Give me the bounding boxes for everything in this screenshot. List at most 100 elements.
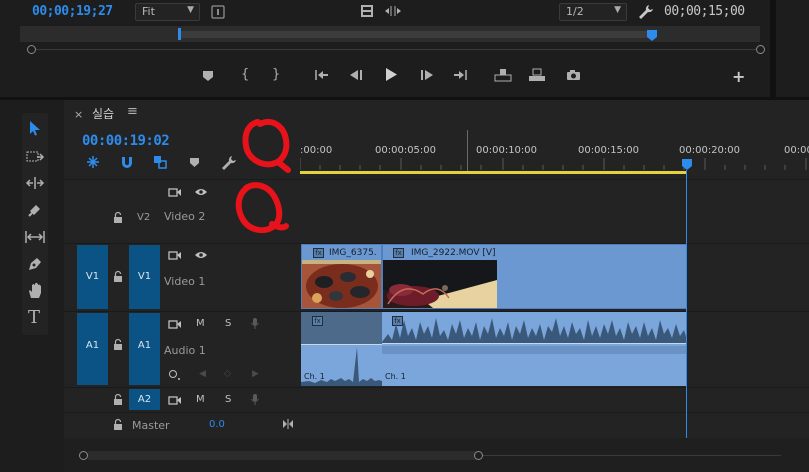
lock-icon[interactable]: [113, 211, 123, 223]
close-tab-icon[interactable]: ×: [74, 108, 83, 121]
mark-out-icon[interactable]: }: [272, 67, 280, 82]
monitor-timecode-left[interactable]: 00;00;19;27: [32, 4, 113, 19]
ruler-label: 00:00: [784, 145, 809, 156]
track-v2-name: Video 2: [164, 210, 206, 223]
camera-icon[interactable]: [566, 69, 581, 81]
eye-icon[interactable]: [194, 187, 208, 197]
monitor-playhead-icon[interactable]: [646, 30, 658, 42]
audio-channel-label: Ch. 1: [304, 372, 325, 381]
toggle-sync-lock-camera-icon[interactable]: [168, 319, 182, 329]
video-clip-thumbnail: [302, 260, 381, 308]
audio-waveform: [382, 318, 687, 354]
track-a2-header: [64, 387, 300, 412]
go-to-master-end-icon[interactable]: [282, 419, 294, 429]
wrench-icon[interactable]: [638, 4, 653, 19]
timeline-playhead-icon[interactable]: [681, 159, 693, 171]
ruler-label: 00:00:20:00: [679, 145, 741, 156]
timeline-zoom-bar[interactable]: [86, 451, 479, 460]
keyframe-toggle-icon[interactable]: [168, 369, 182, 381]
extract-icon[interactable]: [528, 68, 546, 82]
lock-icon[interactable]: [113, 393, 123, 405]
toggle-sync-lock-camera-icon[interactable]: [168, 187, 182, 197]
work-area-bar[interactable]: [300, 171, 686, 174]
track-select-tool-icon[interactable]: [26, 150, 45, 164]
prev-keyframe-icon[interactable]: ◀: [199, 369, 206, 379]
master-volume-value[interactable]: 0.0: [209, 419, 225, 430]
playhead-timecode[interactable]: 00:00:19:02: [82, 133, 170, 149]
mark-in-icon[interactable]: {: [241, 67, 249, 82]
settings-square-icon[interactable]: [211, 5, 225, 19]
step-back-icon[interactable]: [349, 69, 363, 81]
fx-badge-icon: fx: [312, 316, 323, 326]
panel-menu-icon[interactable]: ≡: [127, 104, 138, 119]
video-clip[interactable]: fx IMG_2922.MOV [V]: [382, 244, 687, 309]
lock-icon[interactable]: [113, 418, 123, 430]
timeline-zoom-handle-right[interactable]: [474, 451, 483, 460]
track-master: Master 0.0: [64, 412, 809, 438]
snap-magnet-icon[interactable]: [120, 155, 134, 169]
eye-icon[interactable]: [194, 250, 208, 260]
track-target-v1[interactable]: V1: [129, 245, 160, 309]
timeline-zoom-handle-left[interactable]: [79, 451, 88, 460]
track-target-a1[interactable]: A1: [129, 313, 160, 385]
track-target-a2[interactable]: A2: [129, 389, 160, 410]
video-clip-name: IMG_6375.: [329, 248, 377, 258]
monitor-zoom-handle-left[interactable]: [27, 45, 36, 54]
track-master-header: [64, 412, 300, 438]
track-master-lane[interactable]: [300, 412, 809, 438]
toggle-sync-lock-camera-icon[interactable]: [168, 395, 182, 405]
go-to-out-icon[interactable]: [453, 69, 467, 81]
timeline-marker-icon[interactable]: [189, 157, 200, 168]
track-a1: A1 A1 M S Audio 1 ◀ ◇ ▶ fx Ch. 1 fx Ch. …: [64, 311, 809, 387]
video-clip[interactable]: fx IMG_6375.: [301, 244, 382, 309]
ruler-ticks: [300, 158, 807, 170]
next-keyframe-icon[interactable]: ▶: [252, 369, 259, 379]
play-icon[interactable]: [385, 68, 397, 81]
lock-icon[interactable]: [113, 338, 123, 350]
nest-sequences-icon[interactable]: [86, 155, 100, 169]
monitor-zoom-handle-right[interactable]: [756, 45, 765, 54]
audio-clip[interactable]: fx Ch. 1: [301, 312, 382, 386]
mute-button[interactable]: M: [196, 318, 205, 329]
add-keyframe-icon[interactable]: ◇: [224, 369, 231, 379]
track-v2-lane[interactable]: [300, 179, 809, 243]
track-a1-name: Audio 1: [164, 344, 206, 357]
sequence-tab-title[interactable]: 실습: [92, 105, 114, 122]
ruler-label: 00:00:15:00: [578, 145, 640, 156]
selection-tool-icon[interactable]: [28, 120, 42, 136]
track-a2-lane[interactable]: [300, 387, 809, 412]
mute-button[interactable]: M: [196, 394, 205, 405]
resolution-select[interactable]: 1/2 ▼: [559, 3, 627, 21]
monitor-in-marker[interactable]: [178, 28, 181, 40]
pen-tool-icon[interactable]: [27, 256, 43, 272]
microphone-icon[interactable]: [250, 393, 260, 406]
fit-select-value: Fit: [142, 5, 155, 18]
lock-icon[interactable]: [113, 270, 123, 282]
audio-clip[interactable]: fx Ch. 1: [382, 312, 687, 386]
fit-select[interactable]: Fit ▼: [135, 3, 200, 21]
slip-tool-icon[interactable]: [25, 230, 45, 244]
solo-button[interactable]: S: [225, 318, 231, 329]
lift-icon[interactable]: [494, 68, 512, 82]
ripple-edit-tool-icon[interactable]: [25, 176, 45, 190]
master-track-name: Master: [132, 419, 170, 432]
add-button-icon[interactable]: +: [732, 67, 745, 86]
step-forward-icon[interactable]: [420, 69, 434, 81]
export-frame-film-icon[interactable]: [360, 4, 374, 18]
microphone-icon[interactable]: [250, 317, 260, 330]
hand-tool-icon[interactable]: [27, 282, 43, 299]
ruler-time-marker: [467, 130, 468, 172]
linked-selection-icon[interactable]: [153, 155, 168, 169]
add-marker-icon[interactable]: [202, 70, 214, 82]
audio-channel-label: Ch. 1: [385, 372, 406, 381]
source-patch-a1[interactable]: A1: [77, 313, 108, 385]
toggle-sync-lock-camera-icon[interactable]: [168, 250, 182, 260]
playhead-line: [686, 170, 687, 438]
type-tool-icon[interactable]: T: [28, 307, 40, 328]
trim-arrows-icon[interactable]: [385, 5, 401, 17]
go-to-in-icon[interactable]: [315, 69, 329, 81]
source-patch-v1[interactable]: V1: [77, 245, 108, 309]
razor-tool-icon[interactable]: [27, 202, 43, 218]
track-v2-label: V2: [137, 212, 151, 223]
solo-button[interactable]: S: [225, 394, 231, 405]
